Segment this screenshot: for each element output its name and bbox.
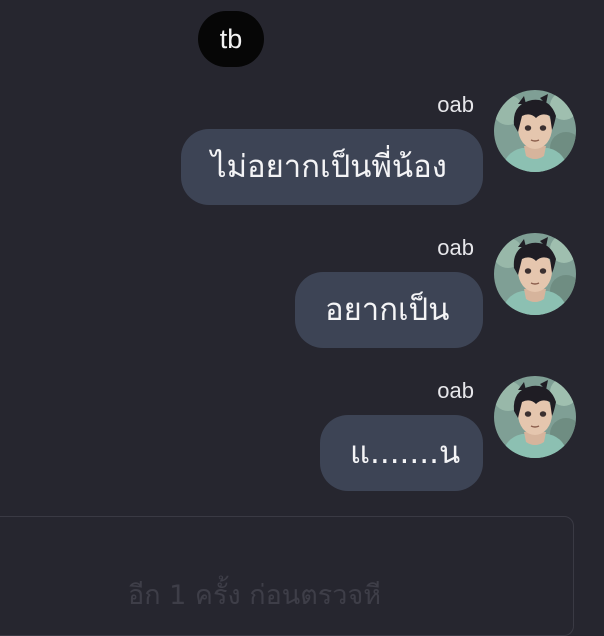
user-avatar[interactable] [494,233,576,315]
sender-name: oab [437,378,474,403]
anime-boy-avatar-icon [494,90,576,172]
chat-avatar-tb[interactable]: tb [198,11,264,67]
composer-placeholder: อีก 1 ครั้ง ก่อนตรวจหี [128,580,382,611]
anime-boy-avatar-icon [494,233,576,315]
message-bubble[interactable]: แ.......น [320,415,483,491]
user-avatar[interactable] [494,90,576,172]
user-avatar[interactable] [494,376,576,458]
sender-name: oab [437,92,474,117]
message-bubble[interactable]: ไม่อยากเป็นพี่น้อง [181,129,483,205]
anime-boy-avatar-icon [494,376,576,458]
message-bubble[interactable]: อยากเป็น [295,272,483,348]
sender-name: oab [437,235,474,260]
message-composer[interactable] [0,516,574,636]
